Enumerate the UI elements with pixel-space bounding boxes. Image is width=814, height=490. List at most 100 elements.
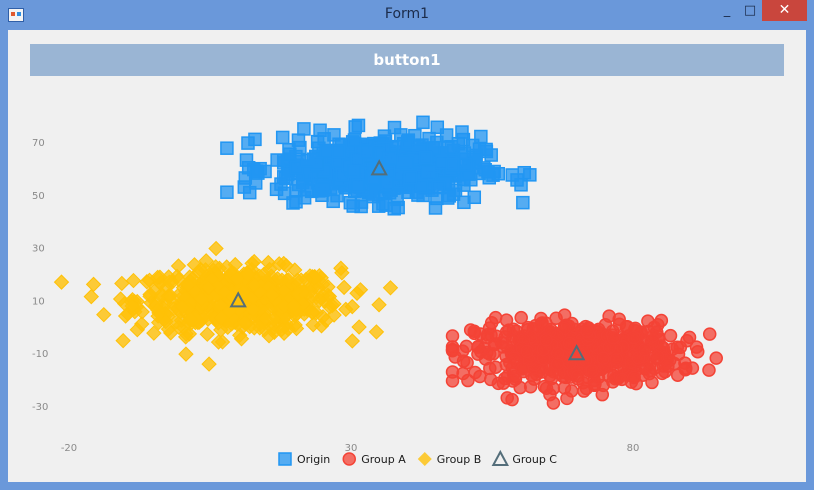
group-a-point (709, 351, 723, 365)
origin-point (289, 195, 303, 209)
x-tick-label: 30 (345, 443, 358, 454)
group-a-point (562, 336, 577, 351)
group-b-point (53, 274, 70, 290)
legend-marker (491, 449, 509, 466)
group-a-point (478, 352, 493, 366)
group-a-point (505, 392, 519, 407)
group-b-point (178, 346, 194, 362)
group-a-point (564, 384, 579, 398)
origin-point (270, 153, 284, 167)
group-a-point (627, 330, 641, 345)
group-a-point (585, 364, 600, 378)
group-a-point (702, 327, 717, 341)
origin-point (239, 153, 254, 167)
group-a-point (627, 370, 641, 385)
legend-label: Group A (361, 453, 406, 466)
group-a-point (646, 329, 660, 343)
x-tick-label: -20 (61, 443, 77, 454)
y-tick-label: 70 (32, 138, 45, 149)
group-a-point (448, 350, 462, 364)
group-b-point (170, 258, 187, 274)
group-b-point (368, 324, 385, 340)
origin-point (458, 157, 473, 172)
origin-point (347, 164, 361, 179)
origin-point (396, 154, 411, 169)
window: Form1 _ □ ✕ button1 70 50 30 10 -10 -30 -20 30 8… (0, 0, 814, 490)
origin-point (220, 141, 234, 155)
origin-point (403, 170, 418, 185)
group-b-point (201, 356, 217, 372)
origin-point (348, 120, 362, 134)
legend-marker (417, 452, 432, 466)
origin-point (331, 144, 346, 159)
group-a-point (606, 331, 621, 345)
origin-point (394, 128, 408, 142)
button1[interactable]: button1 (30, 44, 784, 76)
group-a-point (682, 330, 697, 345)
group-a-point (514, 310, 528, 325)
close-button[interactable]: ✕ (762, 0, 807, 21)
origin-point (517, 165, 532, 180)
origin-point (346, 199, 360, 213)
group-b-point (83, 288, 99, 305)
legend-label: Origin (297, 453, 330, 466)
form-client-area: button1 70 50 30 10 -10 -30 -20 30 80 Origin Group… (8, 30, 806, 482)
origin-point (277, 186, 292, 201)
y-tick-label: 10 (32, 296, 45, 307)
group-b-point (114, 275, 130, 292)
group-a-point (615, 372, 629, 387)
group-b-point (382, 280, 399, 296)
scatter-chart: 70 50 30 10 -10 -30 -20 30 80 Origin Group A Group … (32, 115, 723, 466)
origin-point (360, 145, 374, 159)
group-a-point (557, 308, 572, 322)
origin-point (297, 122, 311, 136)
origin-point (248, 132, 262, 147)
origin-point (418, 150, 433, 165)
group-a-point (663, 328, 678, 343)
group-a-point (515, 362, 530, 376)
group-a-point (506, 333, 520, 347)
group-a-point (468, 365, 482, 380)
origin-point (300, 153, 315, 168)
legend-item: Group C (491, 449, 557, 466)
origin-point (347, 133, 362, 147)
title-bar[interactable]: Form1 _ □ ✕ (0, 0, 814, 30)
legend-item: Group A (342, 452, 406, 466)
origin-point (457, 195, 471, 210)
group-a-point (513, 380, 527, 395)
origin-point (431, 180, 446, 195)
origin-point (421, 165, 435, 179)
origin-point (319, 144, 334, 158)
origin-point (416, 115, 430, 130)
legend-label: Group B (437, 453, 482, 466)
origin-point (316, 183, 330, 197)
group-a-point (539, 333, 553, 347)
group-b-point (351, 319, 367, 335)
origin-point (380, 176, 394, 190)
legend-item: Group B (417, 452, 482, 466)
group-b-point (125, 272, 142, 289)
origin-point (293, 140, 307, 155)
x-tick-label: 80 (627, 443, 640, 454)
legend-item: Origin (278, 452, 330, 466)
group-a-point (543, 387, 557, 402)
origin-point (275, 130, 290, 145)
group-a-point (445, 374, 460, 388)
origin-point (481, 165, 495, 179)
group-a-point (480, 328, 495, 342)
maximize-button[interactable]: □ (735, 0, 765, 21)
legend-label: Group C (512, 453, 557, 466)
group-a-point (702, 363, 716, 377)
origin-point (516, 195, 530, 210)
group-b-point (344, 333, 361, 349)
y-tick-label: 30 (32, 244, 45, 255)
origin-point (445, 157, 460, 172)
origin-point (505, 168, 520, 182)
group-a-point (670, 340, 685, 354)
group-a-point (499, 313, 514, 327)
origin-point (220, 185, 234, 199)
group-a-point (471, 339, 485, 354)
group-a-point (638, 342, 652, 357)
y-tick-label: -10 (32, 349, 48, 360)
origin-point (242, 185, 257, 200)
